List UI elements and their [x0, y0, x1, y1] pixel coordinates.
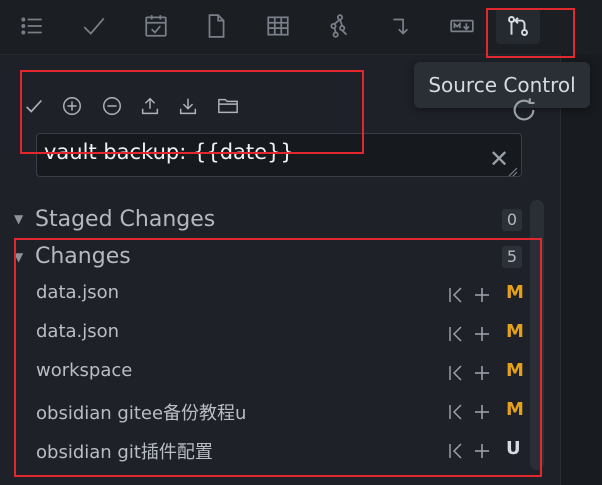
refresh-icon[interactable]	[510, 96, 538, 124]
stage-icon[interactable]	[472, 402, 492, 422]
collapse-triangle-icon[interactable]: ▼	[14, 212, 23, 226]
source-control-icon[interactable]	[496, 8, 540, 44]
stage-icon[interactable]	[472, 441, 492, 461]
source-control-tooltip: Source Control	[414, 62, 590, 108]
file-row[interactable]: obsidian gitee备份教程u M	[36, 399, 524, 425]
status-badge: M	[506, 399, 524, 420]
scrollbar[interactable]	[530, 200, 544, 470]
discard-changes-icon[interactable]	[446, 285, 466, 305]
file-row[interactable]: workspace M	[36, 360, 524, 386]
side-panel-edge	[560, 54, 602, 485]
changes-title[interactable]: Changes	[35, 244, 131, 269]
table-icon[interactable]	[256, 8, 300, 44]
discard-changes-icon[interactable]	[446, 402, 466, 422]
row-actions: M	[446, 321, 524, 347]
document-icon[interactable]	[194, 8, 238, 44]
row-actions: M	[446, 282, 524, 308]
discard-changes-icon[interactable]	[446, 441, 466, 461]
stage-icon[interactable]	[472, 363, 492, 383]
status-badge: U	[506, 438, 521, 459]
unstage-all-icon[interactable]	[98, 92, 126, 120]
discard-changes-icon[interactable]	[446, 363, 466, 383]
stage-icon[interactable]	[472, 285, 492, 305]
arrow-icon[interactable]	[380, 8, 424, 44]
status-badge: M	[506, 282, 524, 303]
file-name: obsidian gitee备份教程u	[36, 403, 247, 424]
resize-handle-icon[interactable]	[506, 162, 518, 177]
file-name: data.json	[36, 321, 120, 342]
staged-changes-title[interactable]: Staged Changes	[35, 207, 215, 232]
file-row[interactable]: obsidian git插件配置 U	[36, 438, 522, 464]
file-name: obsidian git插件配置	[36, 442, 213, 463]
markdown-icon[interactable]	[440, 8, 484, 44]
row-actions: M	[446, 360, 524, 386]
open-folder-icon[interactable]	[214, 92, 242, 120]
collapse-triangle-icon[interactable]: ▼	[14, 250, 23, 264]
file-row[interactable]: data.json M	[36, 282, 524, 308]
top-toolbar	[0, 0, 602, 55]
status-badge: M	[506, 321, 524, 342]
file-row[interactable]: data.json M	[36, 321, 524, 347]
status-badge: M	[506, 360, 524, 381]
stage-all-icon[interactable]	[58, 92, 86, 120]
file-name: workspace	[36, 360, 133, 381]
graph-icon[interactable]	[318, 8, 362, 44]
discard-changes-icon[interactable]	[446, 324, 466, 344]
commit-icon[interactable]	[20, 92, 48, 120]
calendar-icon[interactable]	[134, 8, 178, 44]
list-icon[interactable]	[10, 8, 54, 44]
pull-icon[interactable]	[174, 92, 202, 120]
row-actions: U	[446, 438, 522, 464]
stage-icon[interactable]	[472, 324, 492, 344]
tooltip-label: Source Control	[428, 73, 576, 97]
push-icon[interactable]	[136, 92, 164, 120]
row-actions: M	[446, 399, 524, 425]
commit-message-text: vault backup: {{date}}	[44, 140, 294, 164]
check-icon[interactable]	[72, 8, 116, 44]
staged-count-badge: 0	[502, 209, 522, 231]
file-name: data.json	[36, 282, 120, 303]
changes-count-badge: 5	[502, 246, 522, 268]
